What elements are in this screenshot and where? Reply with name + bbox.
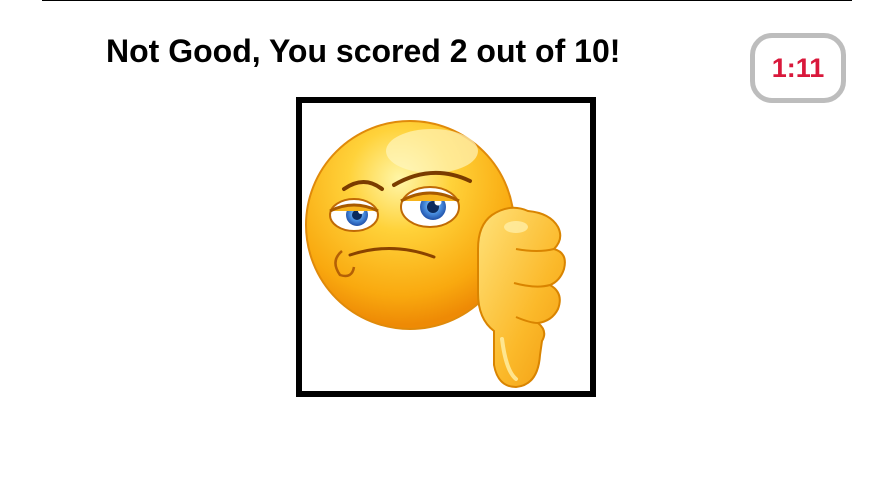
result-title: Not Good, You scored 2 out of 10! — [106, 33, 621, 69]
result-image-frame — [296, 97, 596, 397]
quiz-result-page: Not Good, You scored 2 out of 10! 1:11 — [0, 0, 886, 478]
timer-badge: 1:11 — [750, 33, 846, 103]
top-divider — [42, 0, 852, 1]
thumbs-down-emoji-icon — [305, 120, 566, 389]
